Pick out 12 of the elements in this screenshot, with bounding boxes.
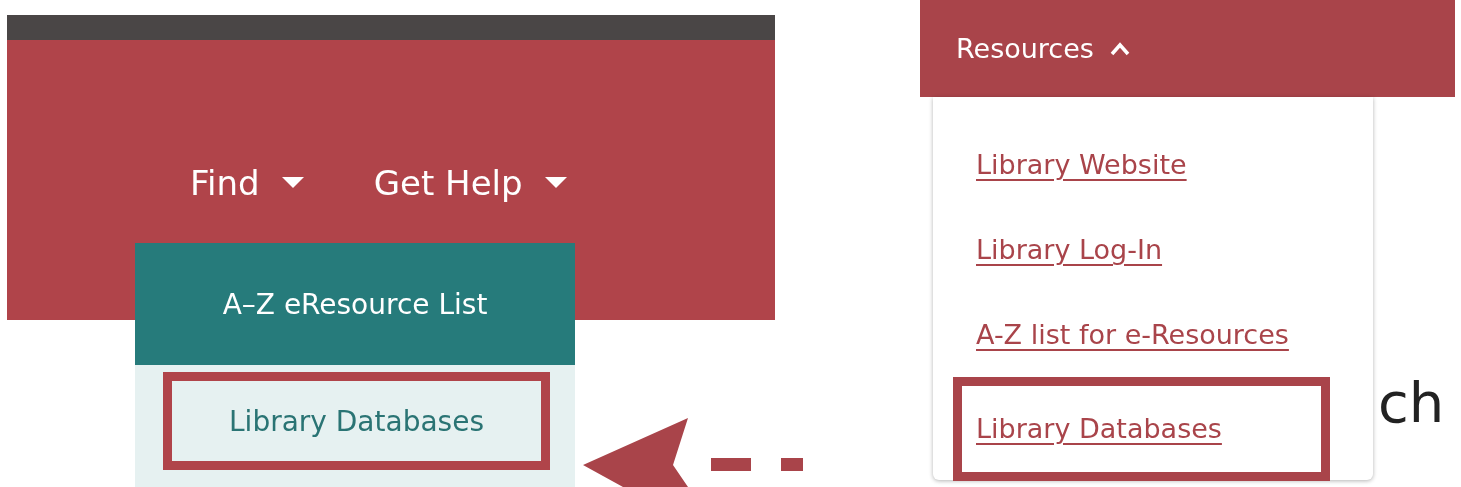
dropdown-item[interactable]: Library Databases (163, 372, 550, 470)
page-heading-fragment: ch (1378, 370, 1445, 435)
menu-link[interactable]: Library Website (953, 122, 1210, 207)
caret-icon (544, 177, 567, 189)
resources-menu-button[interactable]: Resources (920, 0, 1455, 97)
caret-icon (281, 177, 304, 189)
dropdown-header[interactable]: A–Z eResource List (135, 243, 575, 365)
menu-link[interactable]: Library Databases (953, 377, 1330, 481)
menu-link[interactable]: Library Log-In (953, 207, 1186, 292)
nav-menu-button[interactable]: Find (190, 158, 304, 208)
nav-menu-button[interactable]: Get Help (373, 158, 567, 208)
menu-link[interactable]: A-Z list for e-Resources (953, 292, 1312, 377)
